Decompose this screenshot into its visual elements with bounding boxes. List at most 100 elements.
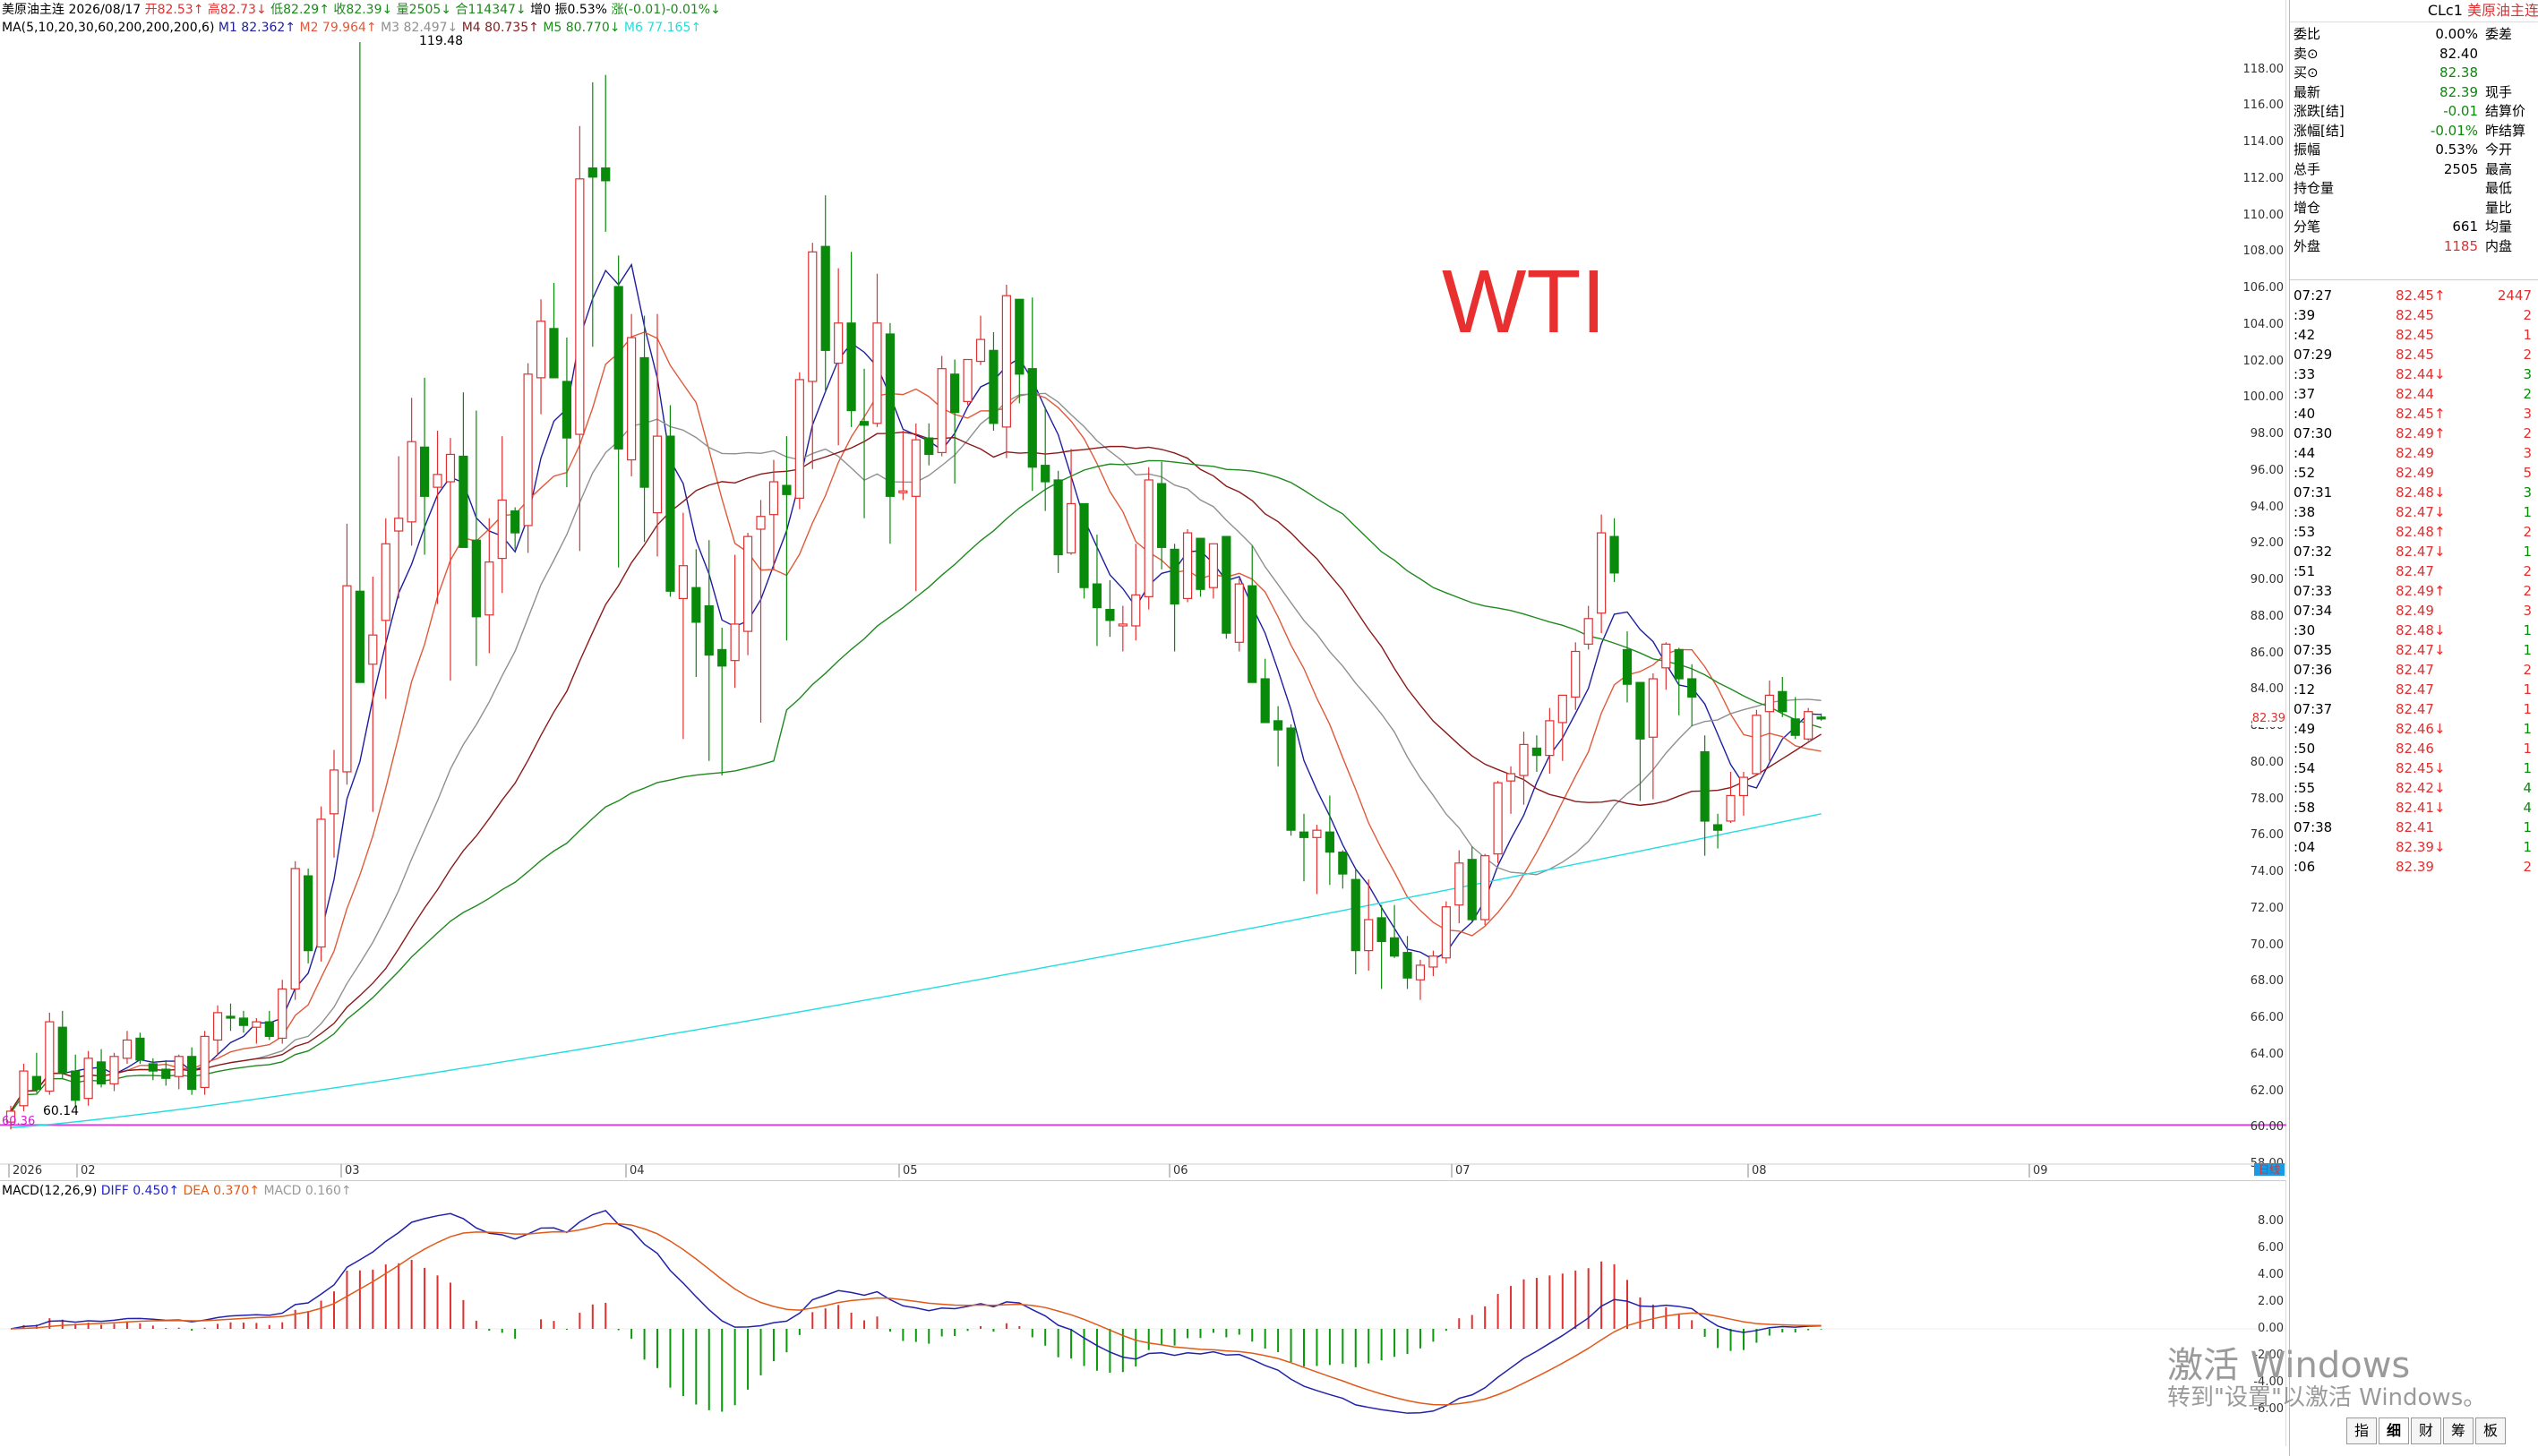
tick-time: 07:35 — [2294, 642, 2333, 658]
tick-row: :30 82.48↓ 1 — [2290, 621, 2538, 640]
tab-0[interactable]: 指 — [2346, 1417, 2377, 1444]
quote-extra: 结算价 — [2485, 103, 2526, 119]
tick-time: 07:31 — [2294, 484, 2333, 501]
kline-svg[interactable] — [0, 0, 2286, 1178]
candle-body — [278, 988, 287, 1040]
tick-row: :39 82.45 2 — [2290, 306, 2538, 325]
tick-volume: 2 — [2523, 583, 2532, 599]
tab-1[interactable]: 细 — [2379, 1417, 2409, 1444]
tick-row: 07:30 82.49↑ 2 — [2290, 424, 2538, 443]
candle-body — [497, 499, 507, 560]
tick-row: 07:27 82.45↑ 2447 — [2290, 287, 2538, 305]
header-line: 美原油主连 2026/08/17 开82.53↑ 高82.73↓ 低82.29↑… — [2, 2, 721, 18]
low-annotation: 60.14 — [43, 1104, 80, 1118]
tick-time: 07:34 — [2294, 603, 2333, 619]
low-value: 低82.29↑ — [270, 3, 330, 17]
time-tick-label: 03 — [345, 1164, 360, 1178]
tick-time: :39 — [2294, 307, 2316, 323]
tick-price: 82.47 — [2396, 662, 2434, 678]
candle-body — [200, 1035, 210, 1089]
kline-chart[interactable]: 美原油主连 2026/08/17 开82.53↑ 高82.73↓ 低82.29↑… — [0, 0, 2286, 1178]
candle-body — [161, 1068, 171, 1079]
candle-body — [1364, 919, 1374, 952]
quote-row: 持仓量 最低 — [2290, 179, 2538, 198]
candle-body — [342, 585, 352, 773]
day-line-tab[interactable]: 日线 — [2254, 1163, 2285, 1176]
tick-row: :42 82.45 1 — [2290, 326, 2538, 345]
quote-row: 振幅 0.53% 今开 — [2290, 141, 2538, 159]
quote-row: 涨幅[结] -0.01% 昨结算 — [2290, 122, 2538, 141]
tick-price: 82.48↓ — [2396, 484, 2446, 501]
candle-body — [187, 1056, 197, 1091]
candle-body — [1674, 648, 1684, 680]
candle-body — [1376, 917, 1386, 943]
quote-extra: 今开 — [2485, 141, 2513, 158]
candle — [937, 355, 947, 457]
price-tick-label: 86.00 — [2250, 646, 2284, 660]
tick-volume: 2447 — [2497, 287, 2532, 304]
tick-volume: 2 — [2523, 307, 2532, 323]
price-tick-label: 76.00 — [2250, 828, 2284, 843]
quote-value: 0.00% — [2435, 26, 2478, 42]
candle-body — [1222, 535, 1231, 634]
candle-body — [71, 1070, 81, 1101]
quote-extra: 量比 — [2485, 199, 2513, 216]
candle-body — [717, 648, 727, 667]
tick-row: 07:36 82.47 2 — [2290, 661, 2538, 680]
candle — [83, 1050, 93, 1106]
tick-volume: 2 — [2523, 524, 2532, 540]
time-tick-label: 2026 — [13, 1164, 43, 1178]
candle-body — [31, 1075, 41, 1091]
candle-body — [83, 1058, 93, 1100]
candle-body — [1389, 937, 1400, 957]
ma-params: MA(5,10,20,30,60,200,200,200,6) — [2, 21, 215, 35]
tick-volume: 1 — [2523, 504, 2532, 520]
candle-body — [1196, 537, 1205, 590]
high-value: 高82.73↓ — [207, 3, 267, 17]
tab-4[interactable]: 板 — [2475, 1417, 2506, 1444]
candle-body — [627, 337, 637, 461]
tick-price: 82.41 — [2396, 819, 2434, 835]
candle-body — [368, 634, 378, 665]
macd-svg[interactable] — [0, 1181, 2286, 1446]
ma-legend: MA(5,10,20,30,60,200,200,200,6) M1 82.36… — [2, 20, 701, 36]
tick-row: :06 82.39 2 — [2290, 858, 2538, 877]
tick-volume: 3 — [2523, 406, 2532, 422]
candle-body — [19, 1070, 29, 1107]
tab-2[interactable]: 财 — [2411, 1417, 2441, 1444]
tick-time: :30 — [2294, 622, 2316, 638]
candle — [316, 806, 326, 962]
candle — [963, 358, 973, 406]
candle-body — [1208, 543, 1219, 588]
tick-row: :37 82.44 2 — [2290, 385, 2538, 404]
candle — [627, 313, 637, 476]
candle-body — [1170, 548, 1179, 605]
tick-volume: 2 — [2523, 859, 2532, 875]
price-tick-label: 108.00 — [2242, 244, 2285, 259]
candle-body — [1066, 502, 1076, 554]
tick-row: :55 82.42↓ 4 — [2290, 779, 2538, 798]
tick-volume: 1 — [2523, 544, 2532, 560]
candle-body — [562, 381, 572, 439]
quote-label: 振幅 — [2294, 141, 2321, 158]
symbol-name: 美原油主连 — [2, 3, 64, 17]
candle — [1493, 781, 1503, 863]
candle-body — [872, 322, 882, 424]
tab-3[interactable]: 筹 — [2443, 1417, 2474, 1444]
current-price-tag: 82.39 — [2251, 711, 2285, 728]
quote-label: 增仓 — [2294, 199, 2321, 216]
tick-row: :40 82.45↑ 3 — [2290, 405, 2538, 424]
macd-panel[interactable]: MACD(12,26,9) DIFF 0.450↑ DEA 0.370↑ MAC… — [0, 1180, 2286, 1446]
candle-body — [1712, 824, 1723, 831]
tick-time: 07:32 — [2294, 544, 2333, 560]
tick-row: 07:31 82.48↓ 3 — [2290, 484, 2538, 502]
tick-volume: 3 — [2523, 445, 2532, 461]
high-annotation: 119.48 — [419, 34, 463, 48]
price-tick-label: 70.00 — [2250, 938, 2284, 952]
tick-time: :42 — [2294, 327, 2316, 343]
quote-row: 外盘 1185 内盘 — [2290, 237, 2538, 256]
time-tick-label: 06 — [1173, 1164, 1188, 1178]
candle-body — [459, 455, 468, 548]
candle-body — [885, 333, 896, 497]
candle-body — [652, 435, 663, 514]
